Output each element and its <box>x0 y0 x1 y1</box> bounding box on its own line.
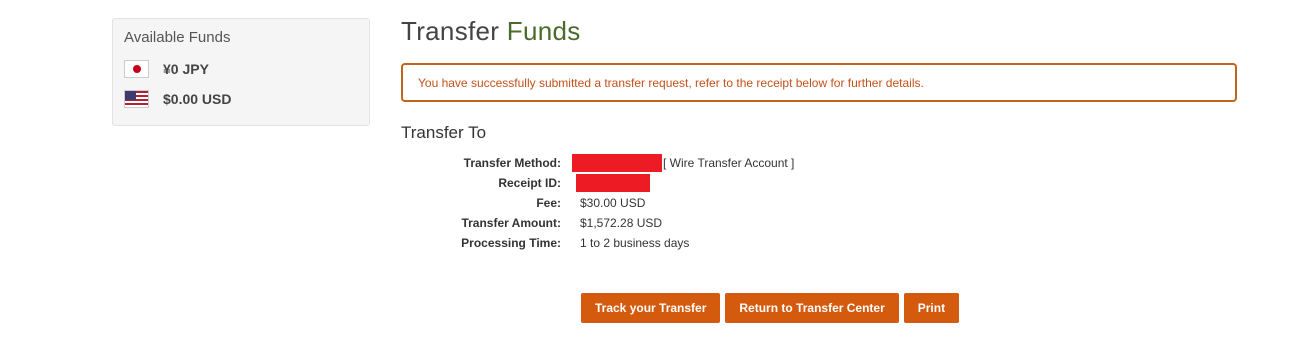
detail-label: Transfer Amount: <box>461 216 561 230</box>
detail-value: [ Wire Transfer Account ] <box>572 154 794 172</box>
success-alert-message: You have successfully submitted a transf… <box>418 75 924 90</box>
page-title-part1: Transfer <box>401 16 507 46</box>
detail-row-processing-time: Processing Time: 1 to 2 business days <box>401 233 794 253</box>
return-to-transfer-center-button[interactable]: Return to Transfer Center <box>725 293 899 323</box>
available-funds-panel: Available Funds ¥0 JPY $0.00 USD <box>112 18 370 126</box>
fund-amount-jpy: ¥0 JPY <box>163 61 209 77</box>
fee-value: $30.00 USD <box>580 196 646 210</box>
redaction-block <box>572 154 662 172</box>
detail-row-receipt-id: Receipt ID: <box>401 173 794 193</box>
redaction-block <box>576 174 650 192</box>
detail-row-transfer-amount: Transfer Amount: $1,572.28 USD <box>401 213 794 233</box>
transfer-method-value: [ Wire Transfer Account ] <box>663 156 795 170</box>
detail-value <box>576 174 650 192</box>
fund-row-usd: $0.00 USD <box>124 90 231 108</box>
track-transfer-button[interactable]: Track your Transfer <box>581 293 721 323</box>
transfer-details: Transfer Method: [ Wire Transfer Account… <box>401 153 794 253</box>
detail-label: Fee: <box>536 196 561 210</box>
detail-label: Transfer Method: <box>463 156 561 170</box>
detail-row-fee: Fee: $30.00 USD <box>401 193 794 213</box>
success-alert: You have successfully submitted a transf… <box>401 63 1237 102</box>
available-funds-title: Available Funds <box>124 29 231 46</box>
print-button[interactable]: Print <box>903 293 960 323</box>
transfer-amount-value: $1,572.28 USD <box>580 216 663 230</box>
detail-row-transfer-method: Transfer Method: [ Wire Transfer Account… <box>401 153 794 173</box>
fund-amount-usd: $0.00 USD <box>163 91 232 107</box>
japan-flag-icon <box>124 60 149 78</box>
page-title: Transfer Funds <box>401 16 581 47</box>
action-buttons: Track your Transfer Return to Transfer C… <box>581 293 960 323</box>
transfer-to-heading: Transfer To <box>401 123 487 142</box>
page-title-part2: Funds <box>506 16 581 46</box>
fund-row-jpy: ¥0 JPY <box>124 60 209 78</box>
detail-label: Receipt ID: <box>498 176 561 190</box>
us-flag-icon <box>124 90 149 108</box>
processing-time-value: 1 to 2 business days <box>580 236 690 250</box>
detail-label: Processing Time: <box>461 236 561 250</box>
